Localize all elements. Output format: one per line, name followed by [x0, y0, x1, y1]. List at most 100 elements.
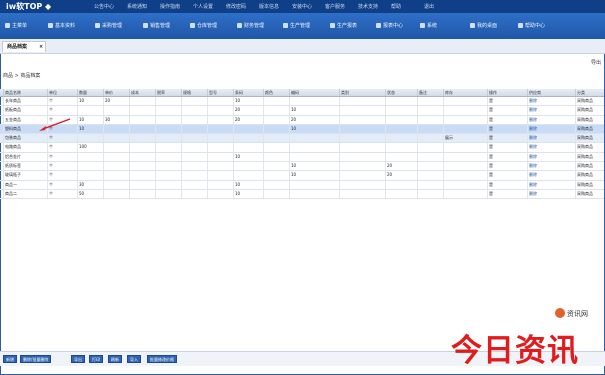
table-row[interactable]: 电路商品个 100 是删除 采购商品 — [0, 143, 604, 153]
nav-item-help[interactable]: 帮助中心 — [518, 22, 545, 29]
table-cell — [264, 143, 290, 152]
column-header[interactable]: 规格 — [182, 89, 208, 96]
table-cell — [444, 97, 488, 106]
top-link[interactable]: 技术支持 — [358, 3, 391, 10]
table-row[interactable]: 纸质标签个 10 20 是删除 采购商品 — [0, 162, 604, 172]
table-row[interactable]: 商品二个 50 10 是删除 采购商品 — [0, 189, 604, 200]
table-cell — [340, 124, 386, 134]
table-cell[interactable]: 删除 — [528, 97, 576, 106]
table-cell[interactable]: 删除 — [528, 115, 576, 124]
cart-icon — [95, 23, 100, 28]
table-row[interactable]: 玻璃瓶子个 10 20 是删除 采购商品 — [0, 171, 604, 181]
table-cell: 是 — [488, 180, 528, 189]
column-header[interactable]: 状态 — [386, 89, 418, 96]
table-cell — [156, 189, 182, 199]
nav-item-home[interactable]: 主菜单 — [5, 22, 27, 29]
nav-item-report-center[interactable]: 报表中心 — [376, 22, 403, 29]
table-cell — [156, 180, 182, 189]
column-header[interactable]: 供应商 — [528, 89, 576, 96]
table-cell: 10 — [78, 97, 104, 106]
table-cell — [234, 134, 264, 143]
table-cell: 是 — [488, 143, 528, 152]
table-cell[interactable]: 删除 — [528, 189, 576, 199]
nav-item-purchase[interactable]: 采购管理 — [95, 22, 122, 29]
watermark-text: 今日资讯 — [451, 333, 579, 369]
table-cell: 20 — [386, 162, 418, 171]
table-cell: 是 — [488, 189, 528, 199]
main-nav: 主菜单 基本资料 采购管理 销售管理 仓库管理 财务管理 生产管理 生产报表 报… — [0, 13, 605, 39]
table-cell[interactable]: 删除 — [528, 162, 576, 171]
nav-item-production[interactable]: 生产管理 — [283, 22, 310, 29]
tab-product-archive[interactable]: 商品档案 × — [2, 41, 46, 52]
column-header[interactable]: 编码 — [290, 89, 340, 96]
table-cell[interactable]: 删除 — [528, 180, 576, 189]
table-cell[interactable]: 删除 — [528, 134, 576, 143]
column-header[interactable]: 成本 — [130, 89, 156, 96]
column-header[interactable]: 操作 — [488, 89, 528, 96]
close-icon[interactable]: × — [39, 42, 43, 53]
watermark-small-text: 资讯网 — [567, 310, 588, 318]
top-link[interactable]: 公告中心 — [94, 3, 127, 10]
table-row[interactable]: 铝合金片个 10 是删除 采购商品 — [0, 152, 604, 163]
column-header[interactable]: 商品名称 — [4, 89, 48, 96]
table-cell[interactable]: 删除 — [528, 106, 576, 115]
export-link[interactable]: 导出 — [591, 59, 601, 66]
table-cell — [444, 189, 488, 199]
import-button[interactable]: 导入 — [127, 355, 141, 363]
delete-button[interactable]: 删除/批量删除 — [20, 355, 52, 363]
watermark-logo-icon — [555, 308, 565, 318]
table-cell[interactable]: 删除 — [528, 171, 576, 180]
table-row[interactable]: 商品一个 30 10 是删除 采购商品 — [0, 180, 604, 190]
table-cell — [182, 124, 208, 134]
column-header[interactable]: 单位 — [48, 89, 78, 96]
tab-strip: 商品档案 × — [0, 39, 605, 54]
column-header[interactable]: 分类 — [576, 89, 605, 96]
refresh-button[interactable]: 刷新 — [108, 355, 122, 363]
column-header[interactable]: 类别 — [340, 89, 386, 96]
export-button[interactable]: 导出 — [71, 355, 85, 363]
table-cell: 玻璃瓶子 — [4, 171, 48, 180]
top-link[interactable]: 版本信息 — [259, 3, 292, 10]
column-header[interactable]: 税率 — [156, 89, 182, 96]
table-row[interactable]: 塑料商品个 10 10 是删除 采购商品 — [0, 124, 604, 135]
top-link[interactable]: 修改密码 — [226, 3, 259, 10]
column-header[interactable]: 库存 — [444, 89, 488, 96]
column-header[interactable]: 条码 — [234, 89, 264, 96]
table-cell — [208, 124, 234, 134]
nav-item-desktop[interactable]: 我的桌面 — [470, 22, 497, 29]
table-row[interactable]: 五金商品个 10 30 20 20 是删除 采购商品 — [0, 115, 604, 125]
table-row[interactable]: 包装商品个 展示是删除 采购商品 — [0, 134, 604, 144]
nav-item-warehouse[interactable]: 仓库管理 — [190, 22, 217, 29]
nav-item-basic[interactable]: 基本资料 — [48, 22, 75, 29]
table-cell[interactable]: 删除 — [528, 124, 576, 134]
top-link[interactable]: 操作指南 — [160, 3, 193, 10]
top-link[interactable]: 安装中心 — [292, 3, 325, 10]
nav-item-sales[interactable]: 销售管理 — [143, 22, 170, 29]
table-cell: 是 — [488, 134, 528, 143]
table-cell — [182, 162, 208, 171]
top-link[interactable]: 帮助 — [391, 3, 424, 10]
top-link[interactable]: 退出 — [424, 3, 457, 10]
add-button[interactable]: 新增 — [3, 355, 17, 363]
nav-item-prod-report[interactable]: 生产报表 — [330, 22, 357, 29]
column-header[interactable]: 单价 — [104, 89, 130, 96]
column-header[interactable]: 颜色 — [264, 89, 290, 96]
nav-item-system[interactable]: 系统 — [420, 22, 437, 29]
top-link[interactable]: 个人设置 — [193, 3, 226, 10]
nav-item-finance[interactable]: 财务管理 — [237, 22, 264, 29]
table-row[interactable]: 纸板商品个 20 10 是删除 采购商品 — [0, 106, 604, 116]
table-row[interactable]: 长年商品个 10 20 10 是删除 采购商品 — [0, 97, 604, 107]
column-header[interactable]: 数量 — [78, 89, 104, 96]
table-cell — [130, 134, 156, 143]
top-link[interactable]: 系统通知 — [127, 3, 160, 10]
batch-price-button[interactable]: 批量修改价格 — [147, 355, 177, 363]
table-cell — [290, 134, 340, 143]
table-cell[interactable]: 删除 — [528, 152, 576, 162]
table-cell[interactable]: 删除 — [528, 143, 576, 152]
column-header[interactable]: 备注 — [418, 89, 444, 96]
print-button[interactable]: 打印 — [89, 355, 103, 363]
column-header[interactable]: 型号 — [208, 89, 234, 96]
table-cell — [444, 152, 488, 162]
top-link[interactable]: 客户服务 — [325, 3, 358, 10]
nav-label: 基本资料 — [55, 23, 76, 29]
